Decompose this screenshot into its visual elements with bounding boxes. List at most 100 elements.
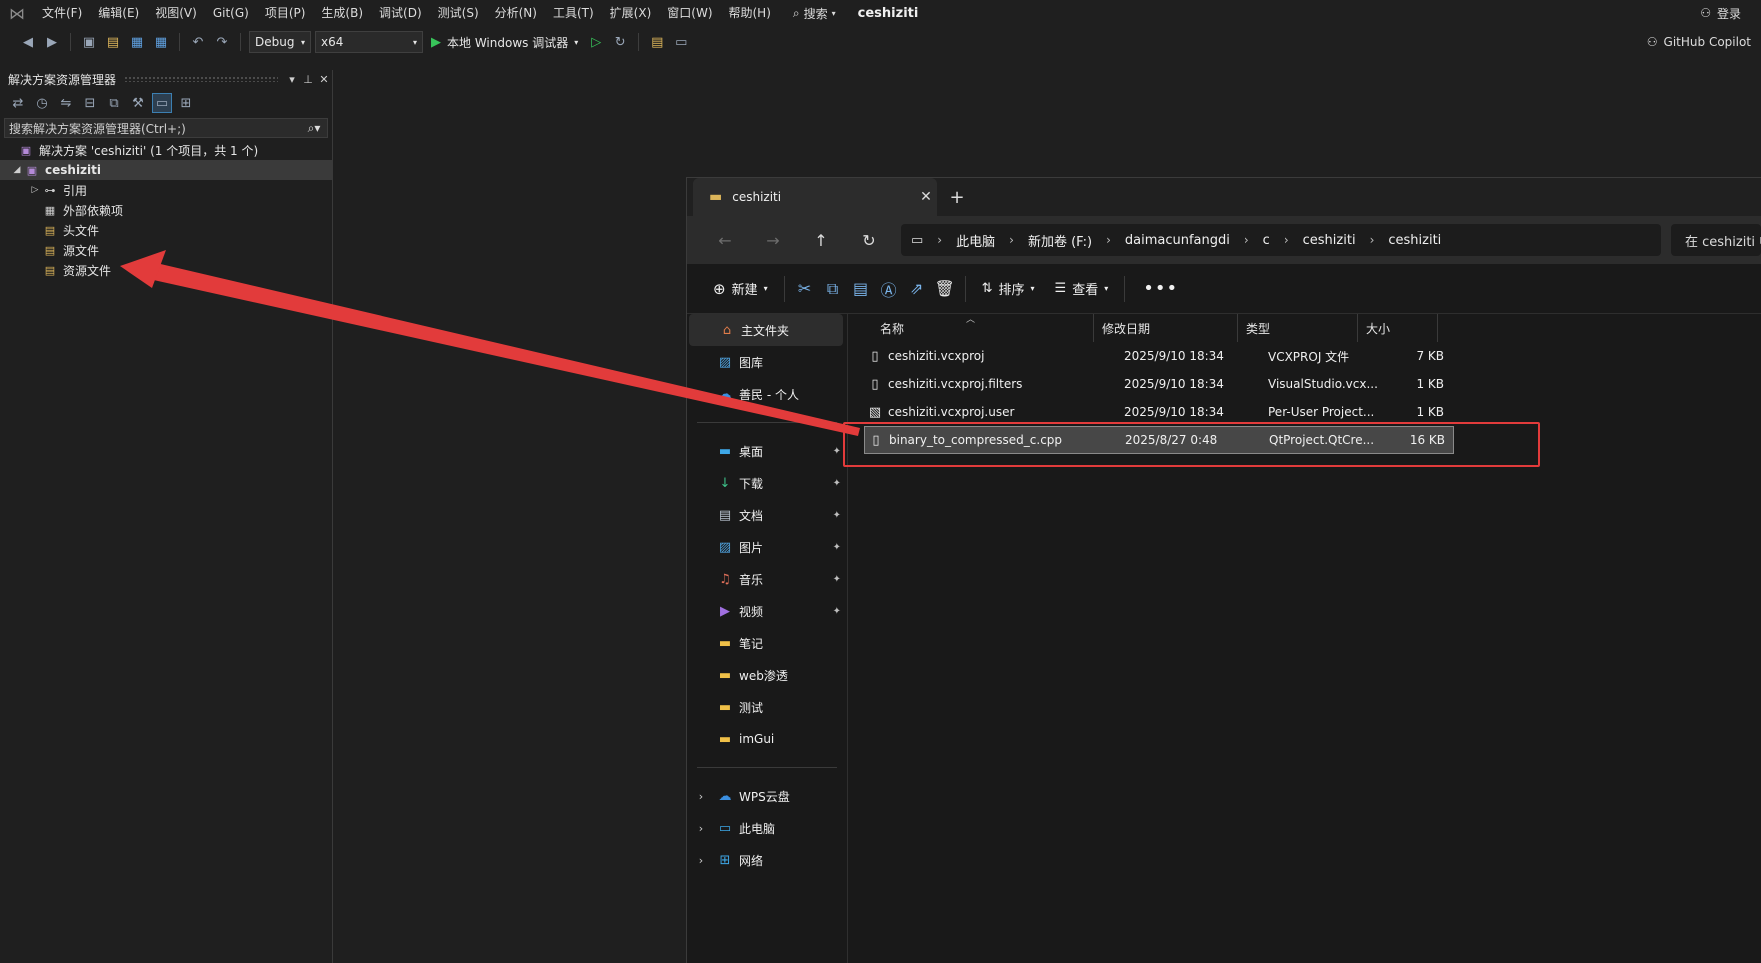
close-icon[interactable]: ✕ [915, 189, 937, 205]
tree-item-external-deps[interactable]: ▦ 外部依赖项 [0, 200, 332, 220]
pin-icon[interactable]: ✦ [833, 542, 841, 553]
up-arrow-icon[interactable]: ↑ [797, 231, 845, 250]
nav-item-downloads[interactable]: ↓ 下载 ✦ [687, 467, 845, 499]
properties-icon[interactable]: ⚒ [128, 93, 148, 113]
chevron-right-icon[interactable]: › [687, 822, 715, 835]
menu-window[interactable]: 窗口(W) [659, 0, 720, 26]
file-row[interactable]: ▯ ceshiziti.vcxproj.filters 2025/9/10 18… [864, 370, 1454, 398]
file-row[interactable]: ▯ ceshiziti.vcxproj 2025/9/10 18:34 VCXP… [864, 342, 1454, 370]
back-arrow-icon[interactable]: ← [701, 231, 749, 250]
nav-item-home[interactable]: ⌂ 主文件夹 [689, 314, 843, 346]
column-header-name[interactable]: ︿ 名称 [848, 314, 1094, 342]
nav-item-folder[interactable]: ▬ web渗透 [687, 659, 845, 691]
more-options-icon[interactable]: ••• [1131, 278, 1190, 299]
github-copilot-button[interactable]: ⚇ GitHub Copilot [1647, 26, 1751, 58]
collapse-arrow-icon[interactable]: ◢ [10, 165, 24, 175]
column-header-date[interactable]: 修改日期 [1094, 314, 1238, 342]
nav-item-network[interactable]: › ⊞ 网络 [687, 844, 845, 876]
new-button[interactable]: ⊕ 新建 ▾ [703, 279, 778, 299]
browse-icon[interactable]: ▤ [647, 32, 667, 52]
menu-tools[interactable]: 工具(T) [545, 0, 602, 26]
column-header-type[interactable]: 类型 [1238, 314, 1358, 342]
refresh-icon[interactable]: ↻ [845, 231, 893, 250]
preview-icon[interactable]: ▭ [152, 93, 172, 113]
nav-item-folder[interactable]: ▬ imGui [687, 723, 845, 755]
menu-view[interactable]: 视图(V) [147, 0, 205, 26]
expand-arrow-icon[interactable]: ▷ [28, 185, 42, 195]
collapse-all-icon[interactable]: ⊟ [80, 93, 100, 113]
chevron-right-icon[interactable]: › [687, 388, 715, 401]
menu-extensions[interactable]: 扩展(X) [602, 0, 660, 26]
search-icon[interactable]: ⌕▾ [301, 121, 327, 136]
open-folder-icon[interactable]: ▤ [103, 32, 123, 52]
configuration-select[interactable]: Debug ▾ [249, 31, 311, 53]
menu-help[interactable]: 帮助(H) [721, 0, 779, 26]
menu-file[interactable]: 文件(F) [34, 0, 90, 26]
menu-analyze[interactable]: 分析(N) [487, 0, 545, 26]
delete-icon[interactable]: 🗑 [931, 279, 959, 298]
pin-icon[interactable]: ⊥ [300, 73, 316, 86]
menu-git[interactable]: Git(G) [205, 0, 257, 26]
chevron-right-icon[interactable]: › [1370, 233, 1375, 247]
pin-icon[interactable]: ✦ [833, 574, 841, 585]
show-all-files-icon[interactable]: ⧉ [104, 93, 124, 113]
share-icon[interactable]: ⇗ [903, 279, 931, 298]
login-button[interactable]: ⚇ 登录 [1700, 0, 1741, 26]
chevron-right-icon[interactable]: › [937, 233, 942, 247]
history-icon[interactable]: ◷ [32, 93, 52, 113]
nav-item-videos[interactable]: ▶ 视频 ✦ [687, 595, 845, 627]
tree-item-source-files[interactable]: ▤ 源文件 [0, 240, 332, 260]
pin-icon[interactable]: ✦ [833, 510, 841, 521]
redo-icon[interactable]: ↷ [212, 32, 232, 52]
breadcrumb-item[interactable]: ceshiziti [1303, 233, 1356, 248]
address-bar[interactable]: ▭ › 此电脑 › 新加卷 (F:) › daimacunfangdi › c … [901, 224, 1661, 256]
breadcrumb-item[interactable]: 此电脑 [956, 231, 995, 250]
explorer-tab[interactable]: ▬ ceshiziti ✕ [693, 178, 937, 216]
menu-edit[interactable]: 编辑(E) [90, 0, 147, 26]
back-icon[interactable]: ◀ [18, 32, 38, 52]
tree-item-header-files[interactable]: ▤ 头文件 [0, 220, 332, 240]
menu-project[interactable]: 项目(P) [257, 0, 314, 26]
nav-item-onedrive[interactable]: › ☁ 善民 - 个人 [687, 378, 845, 410]
breadcrumb-item[interactable]: c [1263, 233, 1270, 248]
solution-explorer-search[interactable]: 搜索解决方案资源管理器(Ctrl+;) ⌕▾ [4, 118, 328, 138]
menu-test[interactable]: 测试(S) [430, 0, 487, 26]
nav-item-gallery[interactable]: ▨ 图库 [687, 346, 845, 378]
menu-debug[interactable]: 调试(D) [371, 0, 430, 26]
sort-button[interactable]: ⇅ 排序 ▾ [972, 279, 1045, 298]
breadcrumb-item[interactable]: ceshiziti [1388, 233, 1441, 248]
new-project-icon[interactable]: ▣ [79, 32, 99, 52]
close-icon[interactable]: ✕ [316, 73, 332, 86]
tree-item-resource-files[interactable]: ▤ 资源文件 [0, 260, 332, 280]
class-view-icon[interactable]: ⊞ [176, 93, 196, 113]
chevron-right-icon[interactable]: › [1009, 233, 1014, 247]
forward-icon[interactable]: ▶ [42, 32, 62, 52]
nav-item-documents[interactable]: ▤ 文档 ✦ [687, 499, 845, 531]
layout-icon[interactable]: ▭ [671, 32, 691, 52]
nav-item-folder[interactable]: ▬ 测试 [687, 691, 845, 723]
platform-select[interactable]: x64 ▾ [315, 31, 423, 53]
switch-views-icon[interactable]: ⇄ [8, 93, 28, 113]
nav-item-wps-cloud[interactable]: › ☁ WPS云盘 [687, 780, 845, 812]
menu-build[interactable]: 生成(B) [313, 0, 371, 26]
drag-grip[interactable] [124, 76, 278, 82]
chevron-right-icon[interactable]: › [1244, 233, 1249, 247]
start-without-debugging-icon[interactable]: ▷ [586, 32, 606, 52]
run-debugger-button[interactable]: ▶ 本地 Windows 调试器 ▾ [427, 34, 582, 51]
breadcrumb-item[interactable]: daimacunfangdi [1125, 233, 1230, 248]
nav-item-folder[interactable]: ▬ 笔记 [687, 627, 845, 659]
chevron-right-icon[interactable]: › [687, 854, 715, 867]
nav-item-pictures[interactable]: ▨ 图片 ✦ [687, 531, 845, 563]
breadcrumb-item[interactable]: 新加卷 (F:) [1028, 231, 1092, 250]
view-button[interactable]: ☰ 查看 ▾ [1045, 279, 1119, 298]
new-tab-icon[interactable]: + [937, 187, 977, 208]
hot-reload-icon[interactable]: ↻ [610, 32, 630, 52]
pin-icon[interactable]: ✦ [833, 606, 841, 617]
window-position-icon[interactable]: ▾ [284, 73, 300, 86]
nav-item-music[interactable]: ♫ 音乐 ✦ [687, 563, 845, 595]
save-all-icon[interactable]: ▦ [151, 32, 171, 52]
sync-icon[interactable]: ⇋ [56, 93, 76, 113]
column-header-size[interactable]: 大小 [1358, 314, 1438, 342]
paste-icon[interactable]: ▤ [847, 279, 875, 298]
chevron-right-icon[interactable]: › [687, 790, 715, 803]
